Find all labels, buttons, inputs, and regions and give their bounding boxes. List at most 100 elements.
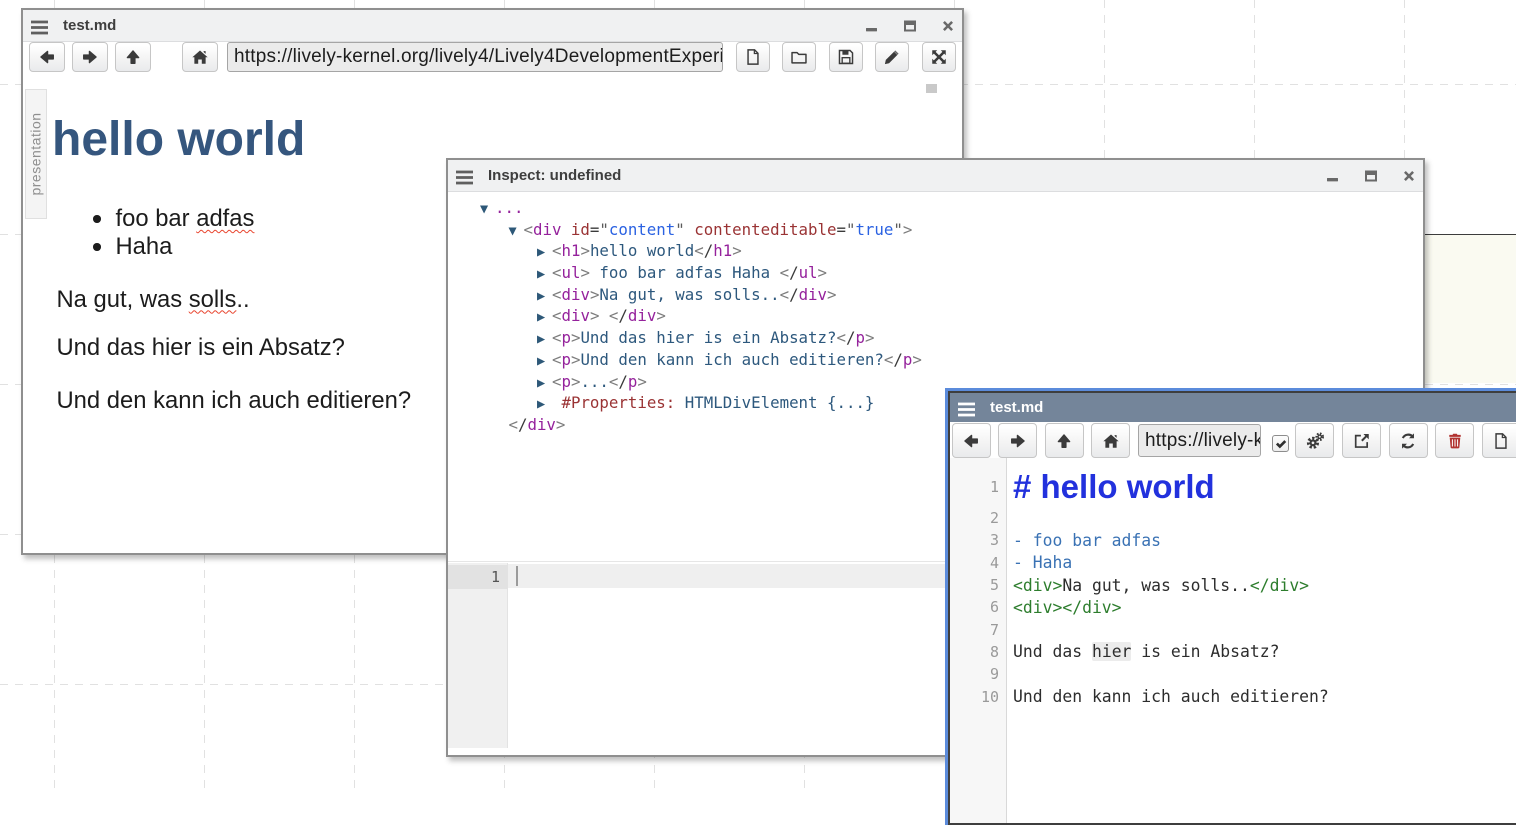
file-button[interactable] [736, 42, 770, 72]
code-token: / [789, 263, 798, 282]
code-token: " [893, 220, 902, 239]
minimize-button[interactable] [862, 16, 881, 35]
minimize-button[interactable] [1323, 166, 1342, 185]
refresh-icon [1399, 432, 1417, 450]
cogs-button[interactable] [1295, 423, 1334, 458]
code-token: p [903, 350, 912, 369]
titlebar[interactable]: test.md [950, 393, 1516, 422]
save-button[interactable] [829, 42, 863, 72]
titlebar[interactable]: Inspect: undefined [448, 160, 1423, 192]
url-input[interactable]: https://lively-k [1138, 424, 1261, 457]
menu-icon[interactable] [958, 401, 975, 415]
code-token: ul [799, 263, 818, 282]
code-token: < [780, 285, 789, 304]
code-token: div [628, 306, 656, 325]
tree-node[interactable]: ▶<ul> foo bar adfas Haha </ul> [448, 262, 1423, 284]
home-button[interactable] [1091, 423, 1130, 458]
window-title: test.md [990, 399, 1043, 416]
expand-arrow: ▶ [537, 242, 552, 264]
code-token: > [865, 328, 874, 347]
arrow-left-button[interactable] [29, 42, 65, 72]
code-token: Und den kann ich auch editieren? [580, 350, 883, 369]
code-token: <div> [1013, 576, 1062, 595]
scrollbar-thumb[interactable] [926, 84, 937, 93]
maximize-button[interactable] [1361, 166, 1380, 185]
code-token: foo bar adfas Haha [590, 263, 780, 282]
arrow-left-button[interactable] [952, 423, 991, 458]
code-line: # hello world [1013, 466, 1516, 507]
refresh-button[interactable] [1389, 423, 1428, 458]
external-link-button[interactable] [1342, 423, 1381, 458]
check-icon [1274, 437, 1288, 451]
line-number: 3 [950, 529, 1006, 551]
tree-node[interactable]: ▶<div>Na gut, was solls..</div> [448, 284, 1423, 306]
line-number: 5 [950, 574, 1006, 596]
close-button[interactable] [938, 16, 957, 35]
line-number: 1 [950, 466, 1006, 507]
text-cursor [516, 566, 518, 586]
titlebar[interactable]: test.md [23, 10, 962, 42]
code-token: > [590, 285, 599, 304]
code-token: # hello world [1013, 468, 1215, 506]
text-run: .. [236, 286, 249, 313]
arrow-up-icon [1055, 432, 1073, 450]
tree-node[interactable]: ▶<p>Und das hier is ein Absatz?</p> [448, 327, 1423, 349]
close-icon [940, 18, 956, 34]
code-line: Und den kann ich auch editieren? [1013, 685, 1516, 707]
code-token: " [846, 220, 855, 239]
trash-button[interactable] [1435, 423, 1474, 458]
arrow-up-button[interactable] [1045, 423, 1084, 458]
pencil-button[interactable] [875, 42, 909, 72]
file-icon [744, 48, 762, 66]
home-button[interactable] [182, 42, 218, 72]
folder-button[interactable] [782, 42, 816, 72]
expand-arrow: ▼ [509, 221, 524, 243]
code-token: > [912, 350, 921, 369]
code-token: > [556, 415, 565, 434]
file-button[interactable] [1482, 423, 1516, 458]
code-token: > [827, 285, 836, 304]
expand-button[interactable] [922, 42, 956, 72]
text-run: foo bar [116, 205, 197, 232]
maximize-button[interactable] [900, 16, 919, 35]
code-token: p [628, 372, 637, 391]
code-token: " [599, 220, 608, 239]
menu-icon[interactable] [456, 169, 473, 183]
arrow-left-icon [38, 48, 56, 66]
auto-update-checkbox[interactable] [1272, 435, 1289, 452]
code-token: - foo bar adfas [1013, 531, 1161, 550]
code-token: < [609, 372, 618, 391]
line-number: 8 [950, 641, 1006, 663]
tree-node[interactable]: ▼<div id="content" contenteditable="true… [448, 219, 1423, 241]
note-box[interactable] [1423, 234, 1516, 383]
pencil-icon [883, 48, 901, 66]
tree-node[interactable]: ▶<p>...</p> [448, 371, 1423, 393]
code-token: div [533, 220, 561, 239]
presentation-tab[interactable]: presentation [25, 89, 47, 219]
code-editor[interactable]: 12345678910 # hello world- foo bar adfas… [950, 458, 1516, 823]
text-run: Und das hier is ein Absatz? [57, 334, 345, 361]
maximize-icon [1363, 168, 1379, 184]
tree-node[interactable]: ▶<p>Und den kann ich auch editieren?</p> [448, 349, 1423, 371]
url-input[interactable]: https://lively-kernel.org/lively4/Lively… [227, 42, 723, 72]
code-token: div [799, 285, 827, 304]
code-token: > [656, 306, 665, 325]
code-line: - Haha [1013, 552, 1516, 574]
tree-node[interactable]: ▶<div> </div> [448, 305, 1423, 327]
code-token: ... [495, 198, 523, 217]
arrow-left-icon [962, 432, 980, 450]
arrow-right-button[interactable] [72, 42, 108, 72]
code-token: HTMLDivElement {...} [685, 393, 875, 412]
code-token: Und das [1013, 642, 1092, 661]
menu-icon[interactable] [31, 19, 48, 33]
arrow-right-button[interactable] [998, 423, 1037, 458]
tree-node[interactable]: ▼... [448, 197, 1423, 219]
code-token: < [884, 350, 893, 369]
arrow-up-button[interactable] [115, 42, 151, 72]
expand-arrow: ▶ [537, 329, 552, 351]
code-line [1013, 663, 1516, 685]
tree-node[interactable]: ▶<h1>hello world</h1> [448, 240, 1423, 262]
expand-arrow: ▶ [537, 264, 552, 286]
code-token: h1 [561, 241, 580, 260]
close-button[interactable] [1399, 166, 1418, 185]
